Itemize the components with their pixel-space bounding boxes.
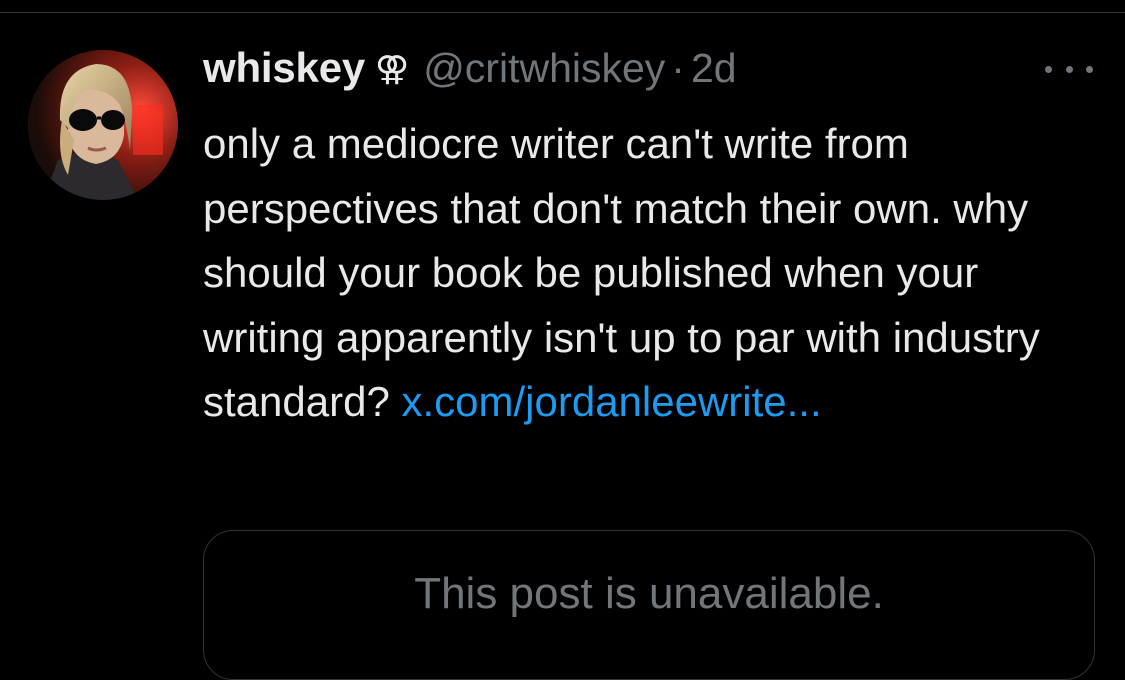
profile-avatar[interactable] <box>28 50 178 200</box>
tweet-text: only a mediocre writer can't write from … <box>203 112 1093 435</box>
username-handle[interactable]: @critwhiskey <box>423 45 665 92</box>
header-separator: · <box>671 45 685 91</box>
top-divider <box>0 12 1125 13</box>
tweet-header: whiskey ⚢ @critwhiskey · 2d <box>203 44 1103 104</box>
more-options-button[interactable] <box>1045 54 1093 84</box>
tweet[interactable]: whiskey ⚢ @critwhiskey · 2d only a medio… <box>203 44 1103 435</box>
post-time[interactable]: 2d <box>691 45 737 92</box>
more-horizontal-icon <box>1045 65 1052 73</box>
profile-badge-icon: ⚢ <box>375 50 410 88</box>
tweet-link[interactable]: x.com/jordanleewrite... <box>401 378 821 425</box>
display-name[interactable]: whiskey <box>203 44 365 92</box>
more-horizontal-icon <box>1065 65 1073 73</box>
post-unavailable-text: This post is unavailable. <box>414 569 884 618</box>
quoted-post-card[interactable]: This post is unavailable. <box>203 530 1095 680</box>
more-horizontal-icon <box>1086 65 1093 73</box>
avatar-image <box>28 50 178 200</box>
